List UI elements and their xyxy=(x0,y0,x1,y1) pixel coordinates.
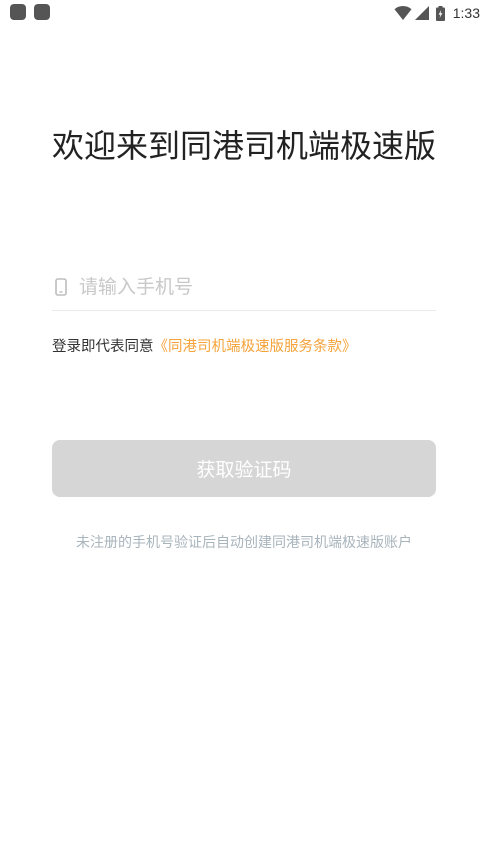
get-verification-code-button[interactable]: 获取验证码 xyxy=(52,440,436,497)
status-time: 1:33 xyxy=(452,5,480,21)
auto-register-hint: 未注册的手机号验证后自动创建同港司机端极速版账户 xyxy=(76,535,412,551)
agreement-prefix: 登录即代表同意 xyxy=(52,339,154,355)
page-title: 欢迎来到同港司机端极速版 xyxy=(51,127,436,165)
battery-icon xyxy=(435,5,445,21)
terms-link[interactable]: 《同港司机端极速版服务条款》 xyxy=(154,339,357,355)
notification-icon xyxy=(10,4,26,20)
agreement-text: 登录即代表同意《同港司机端极速版服务条款》 xyxy=(52,336,357,358)
phone-icon xyxy=(52,276,70,298)
notification-icon xyxy=(34,4,50,20)
status-bar: 1:33 xyxy=(0,0,488,26)
phone-field xyxy=(52,264,436,311)
cell-signal-icon xyxy=(414,6,429,20)
wifi-icon xyxy=(394,6,412,20)
phone-input[interactable] xyxy=(79,267,419,307)
system-icons: 1:33 xyxy=(394,2,480,24)
